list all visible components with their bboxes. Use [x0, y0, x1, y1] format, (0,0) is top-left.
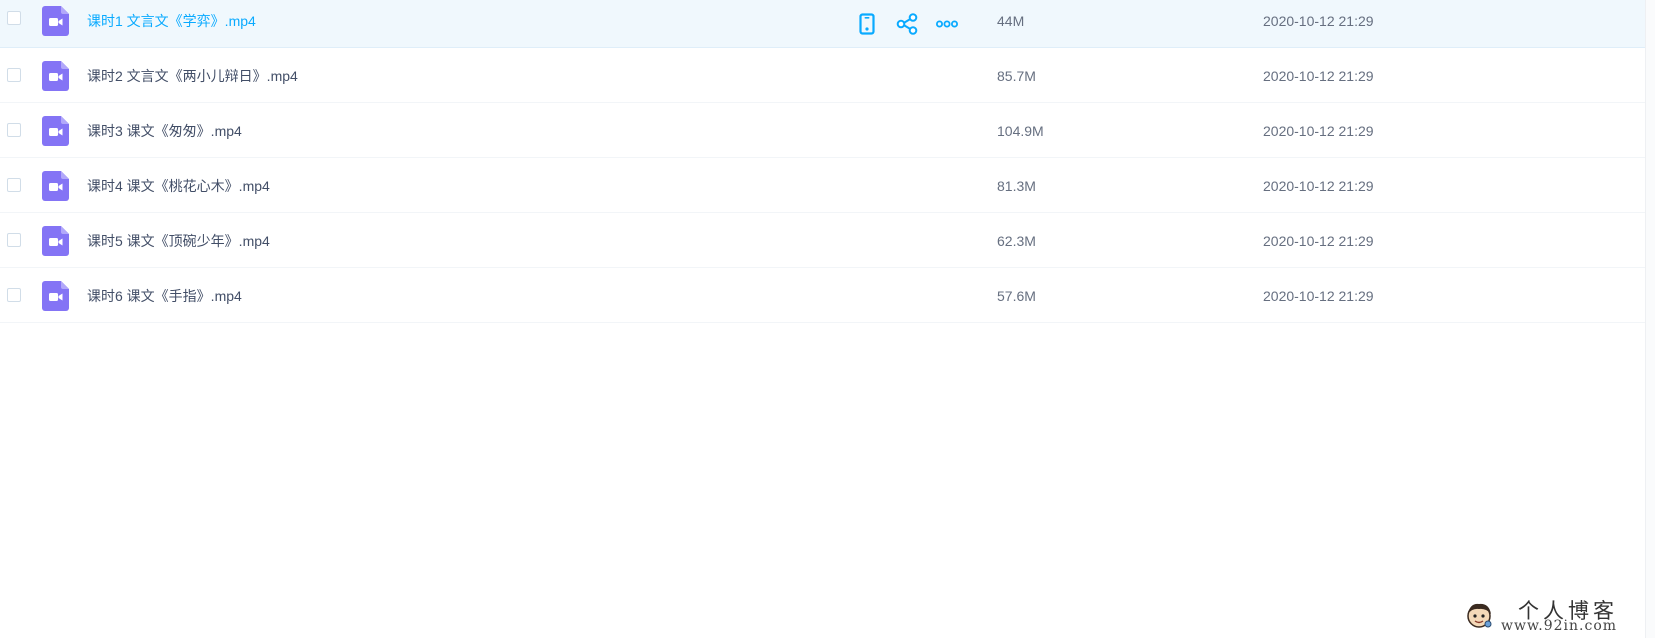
file-row[interactable]: 课时5 课文《顶碗少年》.mp4 62.3M 2020-10-12 21:29: [0, 213, 1645, 268]
file-size: 85.7M: [997, 68, 1036, 84]
file-size: 104.9M: [997, 123, 1044, 139]
row-checkbox[interactable]: [7, 68, 21, 82]
watermark-url: www.92in.com: [1501, 618, 1618, 634]
video-file-icon: [42, 281, 69, 311]
row-checkbox[interactable]: [7, 123, 21, 137]
file-name-link[interactable]: 课时3 课文《匆匆》.mp4: [87, 122, 242, 140]
file-size: 44M: [997, 13, 1025, 29]
video-file-icon: [42, 6, 69, 36]
file-size: 81.3M: [997, 178, 1036, 194]
file-row[interactable]: 课时1 文言文《学弈》.mp4 44M 2020-10-12 21:29: [0, 0, 1645, 48]
cartoon-avatar-icon: [1464, 600, 1494, 630]
row-actions: [855, 12, 959, 36]
file-row[interactable]: 课时6 课文《手指》.mp4 57.6M 2020-10-12 21:29: [0, 268, 1645, 323]
row-checkbox[interactable]: [7, 178, 21, 192]
mobile-phone-icon[interactable]: [855, 12, 879, 36]
video-file-icon: [42, 226, 69, 256]
file-mtime: 2020-10-12 21:29: [1263, 233, 1374, 249]
file-row[interactable]: 课时2 文言文《两小儿辩日》.mp4 85.7M 2020-10-12 21:2…: [0, 48, 1645, 103]
file-name-link[interactable]: 课时4 课文《桃花心木》.mp4: [87, 177, 270, 195]
file-mtime: 2020-10-12 21:29: [1263, 68, 1374, 84]
file-mtime: 2020-10-12 21:29: [1263, 178, 1374, 194]
file-list-page: 课时1 文言文《学弈》.mp4 44M 2020-10-12 21:29 课时2…: [0, 0, 1655, 638]
file-name-link[interactable]: 课时5 课文《顶碗少年》.mp4: [87, 232, 270, 250]
share-icon[interactable]: [895, 12, 919, 36]
blog-watermark: 个人博客 www.92in.com: [1456, 594, 1646, 634]
file-mtime: 2020-10-12 21:29: [1263, 288, 1374, 304]
file-list: 课时1 文言文《学弈》.mp4 44M 2020-10-12 21:29 课时2…: [0, 0, 1645, 323]
file-mtime: 2020-10-12 21:29: [1263, 123, 1374, 139]
file-size: 57.6M: [997, 288, 1036, 304]
vertical-scrollbar[interactable]: [1645, 0, 1655, 638]
video-file-icon: [42, 171, 69, 201]
file-row[interactable]: 课时4 课文《桃花心木》.mp4 81.3M 2020-10-12 21:29: [0, 158, 1645, 213]
file-name-link[interactable]: 课时1 文言文《学弈》.mp4: [87, 12, 256, 30]
file-mtime: 2020-10-12 21:29: [1263, 13, 1374, 29]
file-name-link[interactable]: 课时6 课文《手指》.mp4: [87, 287, 242, 305]
row-checkbox[interactable]: [7, 11, 21, 25]
file-size: 62.3M: [997, 233, 1036, 249]
more-dots-icon[interactable]: [935, 12, 959, 36]
row-checkbox[interactable]: [7, 288, 21, 302]
video-file-icon: [42, 61, 69, 91]
video-file-icon: [42, 116, 69, 146]
row-checkbox[interactable]: [7, 233, 21, 247]
file-name-link[interactable]: 课时2 文言文《两小儿辩日》.mp4: [87, 67, 298, 85]
file-row[interactable]: 课时3 课文《匆匆》.mp4 104.9M 2020-10-12 21:29: [0, 103, 1645, 158]
